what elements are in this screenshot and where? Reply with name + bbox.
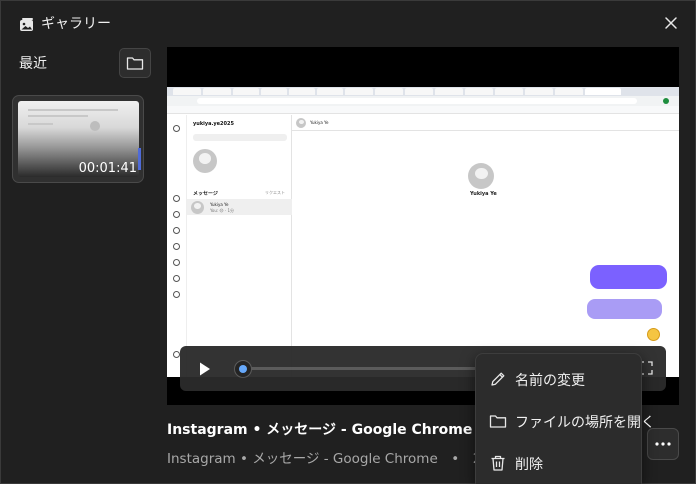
browser-tab-strip xyxy=(167,87,679,96)
ig-conversation-row: Yukiya Ye You: 😄 · 1分 xyxy=(187,199,292,215)
play-icon xyxy=(200,362,210,376)
instagram-chat-pane: Yukiya Ye Yukiya Ye xyxy=(292,115,679,377)
open-folder-button[interactable] xyxy=(119,48,151,78)
recording-thumbnail[interactable]: 00:01:41 xyxy=(12,95,144,183)
instagram-message-list: yukiya.ye2025 メッセージ リクエスト Yukiya Ye You:… xyxy=(187,115,292,377)
pencil-icon xyxy=(489,370,507,388)
thumbnail-edge-highlight xyxy=(138,148,141,170)
ig-requests-label: リクエスト xyxy=(265,190,285,195)
thumbnail-duration: 00:01:41 xyxy=(78,161,137,176)
chat-header: Yukiya Ye xyxy=(292,115,679,131)
gallery-window: ギャラリー 最近 00:01:41 yukiya.ye2025 メッセージ リク… xyxy=(0,0,696,484)
menu-item-rename[interactable]: 名前の変更 xyxy=(476,358,641,398)
ig-messages-label: メッセージ xyxy=(193,191,218,197)
close-button[interactable] xyxy=(661,13,681,33)
seek-handle[interactable] xyxy=(234,360,252,378)
chat-profile-avatar xyxy=(468,163,494,189)
ig-username: yukiya.ye2025 xyxy=(193,121,234,127)
browser-address-bar xyxy=(167,96,679,106)
more-options-button[interactable] xyxy=(647,428,679,460)
more-icon xyxy=(655,442,671,446)
ig-note-avatar xyxy=(193,149,217,173)
context-menu: 名前の変更 ファイルの場所を開く 削除 xyxy=(475,353,655,484)
folder-icon xyxy=(489,412,507,430)
play-button[interactable] xyxy=(194,359,214,379)
browser-bookmarks-bar xyxy=(167,106,679,114)
video-title: Instagram • メッセージ - Google Chrome 2026-0… xyxy=(167,422,477,438)
instagram-nav-rail xyxy=(167,115,187,377)
video-subtitle: Instagram • メッセージ - Google Chrome • 2026… xyxy=(167,451,477,467)
voice-message-bubble xyxy=(590,265,667,289)
close-icon xyxy=(665,17,677,29)
menu-item-open-file-location[interactable]: ファイルの場所を開く xyxy=(476,400,655,440)
recorded-browser-frame: yukiya.ye2025 メッセージ リクエスト Yukiya Ye You:… xyxy=(167,87,679,377)
gallery-app-icon xyxy=(19,17,35,33)
title-bar: ギャラリー xyxy=(1,1,695,45)
folder-icon xyxy=(126,57,144,70)
emoji-icon xyxy=(647,328,660,341)
recent-heading: 最近 xyxy=(19,56,47,72)
voice-message-bubble xyxy=(587,299,662,319)
menu-item-delete[interactable]: 削除 xyxy=(476,442,641,482)
trash-icon xyxy=(489,454,507,472)
window-title: ギャラリー xyxy=(41,16,111,32)
ig-search-box xyxy=(193,134,287,141)
